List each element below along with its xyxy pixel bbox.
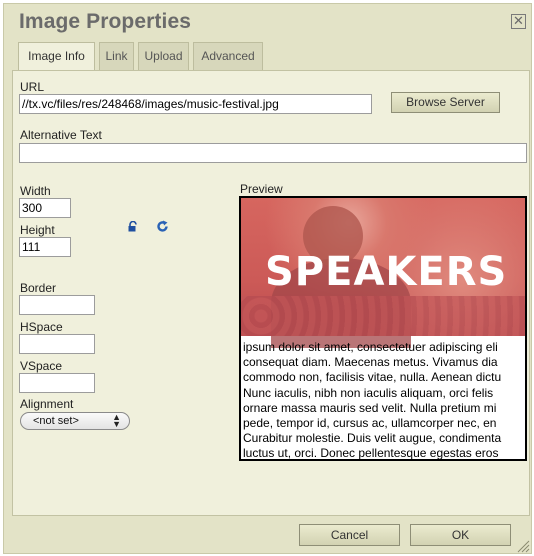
hspace-label: HSpace xyxy=(20,320,63,334)
alt-text-label: Alternative Text xyxy=(20,128,102,142)
alt-text-input[interactable] xyxy=(19,143,527,163)
tab-link[interactable]: Link xyxy=(99,42,134,70)
lock-icon[interactable] xyxy=(128,221,138,232)
preview-box: SPEAKERS ipsum dolor sit amet, consectet… xyxy=(239,196,527,461)
preview-text-line: ornare massa mauris sed velit. Nulla pre… xyxy=(243,400,497,415)
height-label: Height xyxy=(20,223,55,237)
border-label: Border xyxy=(20,281,57,295)
preview-banner-text: SPEAKERS xyxy=(265,249,508,295)
url-label: URL xyxy=(20,80,45,94)
preview-text: ipsum dolor sit amet, consectetuer adipi… xyxy=(243,340,525,461)
preview-text-line: Curabitur molestie. Duis velit augue, co… xyxy=(243,431,502,446)
reset-size-icon[interactable] xyxy=(156,220,169,233)
resize-handle-icon[interactable] xyxy=(516,539,530,553)
chevron-updown-icon: ▲ ▼ xyxy=(112,412,121,429)
alignment-value: <not set> xyxy=(33,415,79,427)
tab-upload[interactable]: Upload xyxy=(138,42,189,70)
vspace-label: VSpace xyxy=(20,359,63,373)
tab-advanced[interactable]: Advanced xyxy=(193,42,263,70)
cancel-button[interactable]: Cancel xyxy=(299,524,400,546)
width-label: Width xyxy=(20,184,51,198)
preview-text-line: consequat diam. Maecenas metus. Vivamus … xyxy=(243,355,498,370)
preview-text-line: luctus ut, orci. Donec pellentesque eges… xyxy=(243,446,499,461)
preview-label: Preview xyxy=(240,182,283,196)
tab-image-info[interactable]: Image Info xyxy=(18,42,95,71)
width-input[interactable]: 300 xyxy=(19,198,71,218)
vspace-input[interactable] xyxy=(19,373,95,393)
height-input[interactable]: 111 xyxy=(19,237,71,257)
preview-text-line: Nunc iaculis, nibh non iaculis aliquam, … xyxy=(243,385,494,400)
alignment-select[interactable]: <not set> ▲ ▼ xyxy=(20,412,130,430)
alignment-label: Alignment xyxy=(20,397,74,411)
preview-text-line: commodo non, facilisis vitae, nulla. Aen… xyxy=(243,370,502,385)
browse-server-button[interactable]: Browse Server xyxy=(391,92,500,113)
preview-text-line: ipsum dolor sit amet, consectetuer adipi… xyxy=(243,340,498,354)
border-input[interactable] xyxy=(19,295,95,315)
hspace-input[interactable] xyxy=(19,334,95,354)
url-input[interactable]: //tx.vc/files/res/248468/images/music-fe… xyxy=(19,94,372,114)
dialog-title: Image Properties xyxy=(19,10,191,33)
preview-text-line: pede, tempor id, cursus ac, ullamcorper … xyxy=(243,415,497,430)
preview-image: SPEAKERS xyxy=(241,198,525,348)
ok-button[interactable]: OK xyxy=(410,524,511,546)
audience-pattern xyxy=(241,296,525,336)
close-icon[interactable]: ✕ xyxy=(511,14,526,29)
